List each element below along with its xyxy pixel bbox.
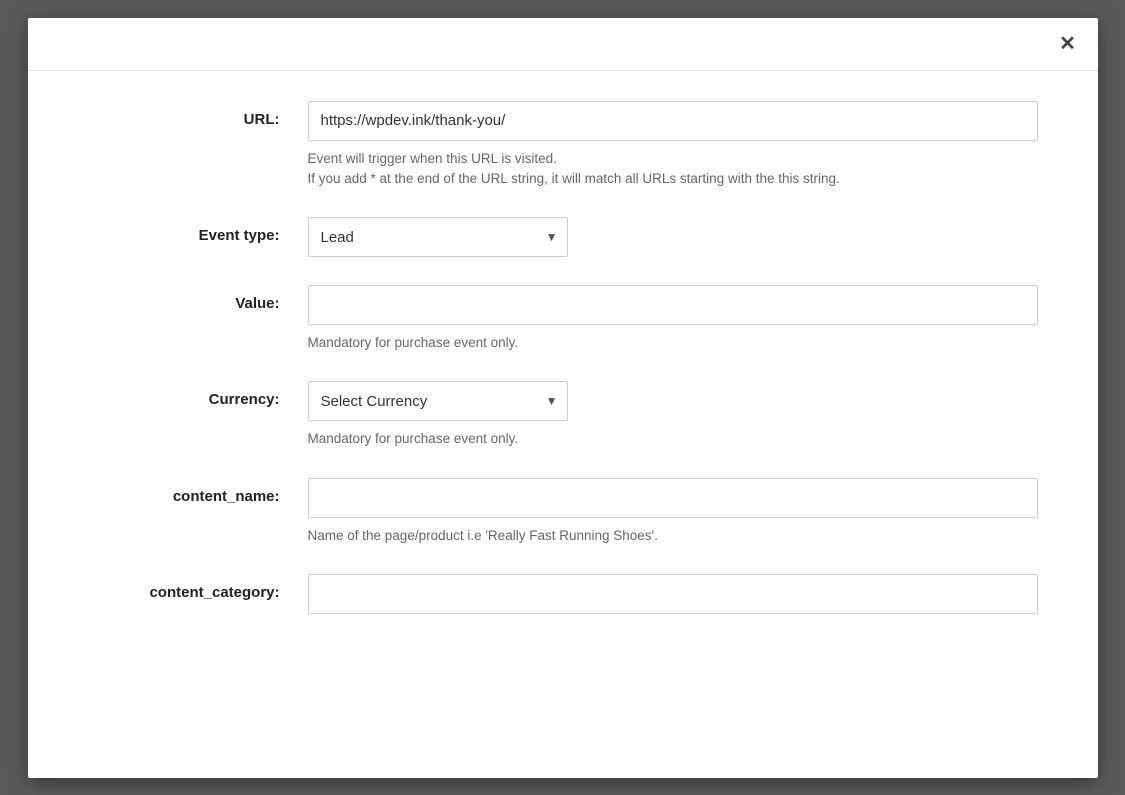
modal-dialog: ✕ URL: Event will trigger when this URL … — [28, 18, 1098, 778]
content-category-input[interactable] — [308, 574, 1038, 614]
event-type-label: Event type: — [88, 217, 308, 244]
currency-row: Currency: Select Currency USD EUR GBP AU… — [88, 381, 1038, 449]
content-name-row: content_name: Name of the page/product i… — [88, 478, 1038, 546]
modal-close-button[interactable]: ✕ — [1054, 30, 1082, 58]
url-row: URL: Event will trigger when this URL is… — [88, 101, 1038, 190]
value-label: Value: — [88, 285, 308, 312]
event-type-row: Event type: Lead Purchase CompleteRegist… — [88, 217, 1038, 257]
value-input[interactable] — [308, 285, 1038, 325]
currency-hint: Mandatory for purchase event only. — [308, 429, 1038, 449]
content-category-field — [308, 574, 1038, 614]
currency-select[interactable]: Select Currency USD EUR GBP AUD CAD — [308, 381, 568, 421]
currency-field: Select Currency USD EUR GBP AUD CAD ▼ Ma… — [308, 381, 1038, 449]
content-name-input[interactable] — [308, 478, 1038, 518]
modal-header: ✕ — [28, 18, 1098, 71]
value-field: Mandatory for purchase event only. — [308, 285, 1038, 353]
content-name-field: Name of the page/product i.e 'Really Fas… — [308, 478, 1038, 546]
event-type-field: Lead Purchase CompleteRegistration AddTo… — [308, 217, 1038, 257]
content-category-label: content_category: — [88, 574, 308, 601]
modal-body: URL: Event will trigger when this URL is… — [28, 71, 1098, 778]
url-hint: Event will trigger when this URL is visi… — [308, 149, 1038, 190]
url-field: Event will trigger when this URL is visi… — [308, 101, 1038, 190]
content-name-hint: Name of the page/product i.e 'Really Fas… — [308, 526, 1038, 546]
url-label: URL: — [88, 101, 308, 128]
content-category-row: content_category: — [88, 574, 1038, 614]
content-name-label: content_name: — [88, 478, 308, 505]
event-type-select-wrapper: Lead Purchase CompleteRegistration AddTo… — [308, 217, 568, 257]
currency-label: Currency: — [88, 381, 308, 408]
value-row: Value: Mandatory for purchase event only… — [88, 285, 1038, 353]
value-hint: Mandatory for purchase event only. — [308, 333, 1038, 353]
modal-overlay: ✕ URL: Event will trigger when this URL … — [0, 0, 1125, 795]
currency-select-wrapper: Select Currency USD EUR GBP AUD CAD ▼ — [308, 381, 568, 421]
event-type-select[interactable]: Lead Purchase CompleteRegistration AddTo… — [308, 217, 568, 257]
url-input[interactable] — [308, 101, 1038, 141]
